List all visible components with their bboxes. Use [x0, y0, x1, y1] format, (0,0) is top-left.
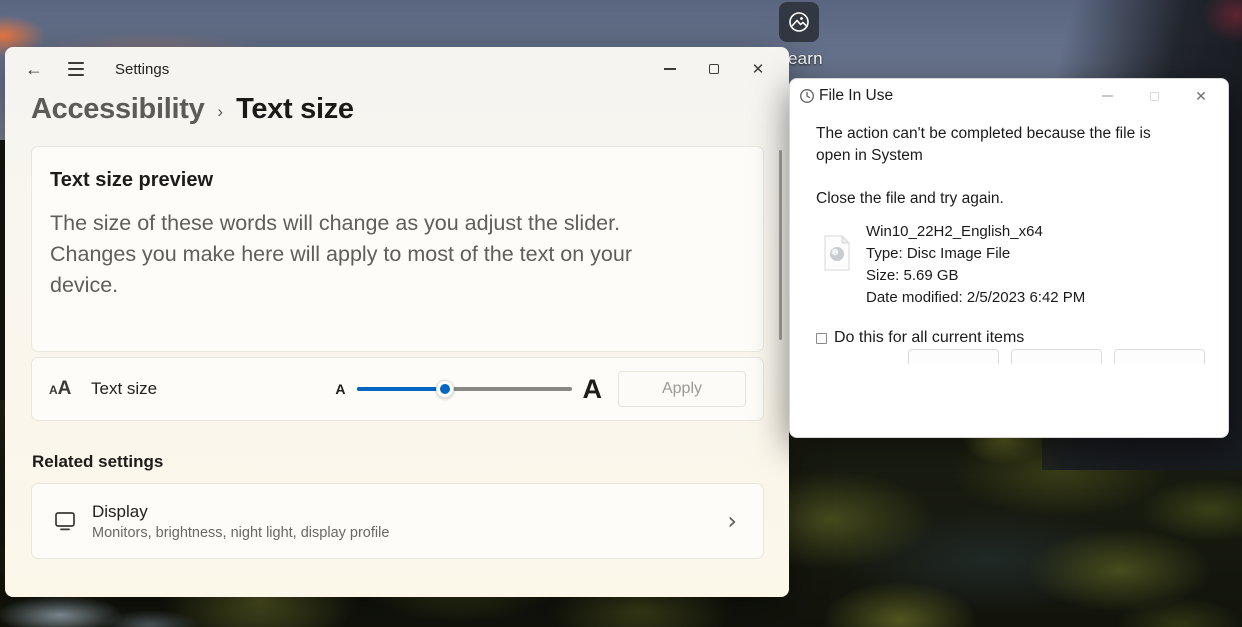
text-size-label: Text size	[91, 379, 157, 399]
preview-card-body: The size of these words will change as y…	[50, 208, 700, 301]
text-size-icon: AA	[49, 378, 79, 400]
dialog-button-1[interactable]	[908, 349, 999, 364]
dialog-close-button[interactable]: ✕	[1188, 86, 1214, 106]
dialog-instruction: Close the file and try again.	[816, 190, 1202, 208]
close-button[interactable]: ✕	[743, 56, 773, 82]
file-size: Size: 5.69 GB	[866, 265, 1085, 287]
settings-titlebar: ← Settings ✕	[5, 47, 789, 91]
dialog-maximize-button	[1141, 86, 1167, 106]
file-type: Type: Disc Image File	[866, 243, 1085, 265]
learn-desktop-icon-label[interactable]: earn	[788, 49, 823, 69]
dialog-button-2[interactable]	[1011, 349, 1102, 364]
settings-window: ← Settings ✕ Accessibility › Text size T…	[5, 47, 789, 597]
disc-image-file-icon	[823, 235, 851, 271]
settings-window-title: Settings	[115, 61, 169, 78]
related-settings-heading: Related settings	[32, 452, 163, 472]
text-size-icon-large-a: A	[58, 378, 72, 400]
breadcrumb-separator-icon: ›	[217, 98, 223, 122]
apply-button[interactable]: Apply	[618, 371, 746, 407]
slider-max-label: A	[583, 374, 603, 405]
text-size-icon-small-a: A	[49, 383, 58, 397]
settings-scrollbar[interactable]	[779, 150, 782, 340]
display-row-title: Display	[92, 502, 389, 522]
hamburger-menu-button[interactable]	[61, 55, 91, 83]
file-date-modified: Date modified: 2/5/2023 6:42 PM	[866, 287, 1085, 309]
slider-fill	[357, 387, 445, 391]
preview-card-title: Text size preview	[50, 169, 745, 192]
dialog-title: File In Use	[819, 87, 893, 105]
back-button[interactable]: ←	[19, 55, 49, 83]
page-title: Text size	[236, 93, 354, 126]
display-settings-row[interactable]: Display Monitors, brightness, night ligh…	[31, 483, 764, 559]
dialog-button-3[interactable]	[1114, 349, 1205, 364]
chevron-right-icon: ›	[727, 507, 745, 535]
learn-desktop-icon[interactable]	[779, 2, 819, 42]
dialog-minimize-button[interactable]	[1094, 86, 1120, 106]
text-size-setting-row: AA Text size A A Apply	[31, 357, 764, 421]
do-for-all-label[interactable]: Do this for all current items	[834, 329, 1024, 347]
maximize-button[interactable]	[699, 56, 729, 82]
minimize-button[interactable]	[655, 56, 685, 82]
dialog-message: The action can't be completed because th…	[816, 123, 1188, 167]
slider-min-label: A	[335, 381, 345, 397]
text-size-preview-card: Text size preview The size of these word…	[31, 146, 764, 352]
file-details: Win10_22H2_English_x64 Type: Disc Image …	[816, 221, 1202, 309]
clock-icon	[799, 88, 815, 104]
breadcrumb-accessibility[interactable]: Accessibility	[31, 93, 204, 126]
monitor-icon	[50, 511, 80, 531]
slider-thumb[interactable]	[436, 380, 454, 398]
photo-icon	[787, 10, 811, 34]
file-in-use-dialog: File In Use ✕ The action can't be comple…	[789, 78, 1229, 438]
display-row-subtitle: Monitors, brightness, night light, displ…	[92, 525, 389, 541]
text-size-slider[interactable]	[357, 387, 572, 391]
do-for-all-checkbox[interactable]	[816, 333, 827, 344]
dialog-buttons-row	[790, 349, 1230, 364]
dialog-titlebar: File In Use ✕	[790, 79, 1228, 109]
file-name: Win10_22H2_English_x64	[866, 221, 1085, 243]
breadcrumb: Accessibility › Text size	[5, 91, 789, 126]
